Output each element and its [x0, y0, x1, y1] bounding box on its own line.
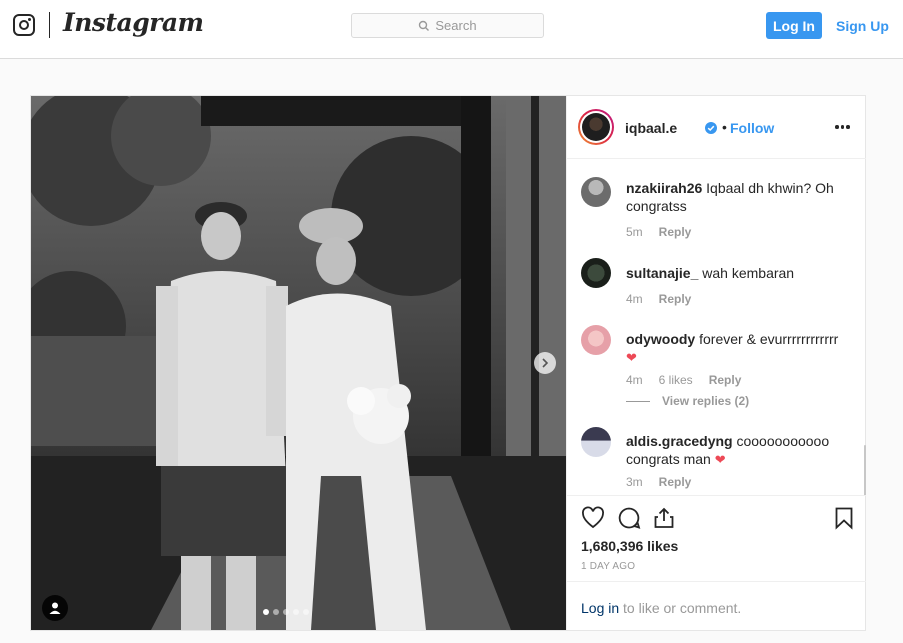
separator: • [722, 119, 727, 135]
wedding-photo-illustration [31, 96, 566, 630]
comment-text: odywoody forever & evurrrrrrrrrrrr ❤ [626, 330, 851, 367]
post-header: iqbaal.e • Follow [567, 96, 866, 159]
follow-button[interactable]: Follow [730, 120, 774, 136]
reply-button[interactable]: Reply [659, 292, 692, 306]
comment-icon[interactable] [617, 506, 641, 530]
comment-body: wah kembaran [702, 265, 795, 281]
bookmark-icon[interactable] [832, 506, 856, 530]
carousel-dot [303, 609, 309, 615]
post-photo[interactable] [31, 96, 566, 630]
comment-text: nzakiirah26 Iqbaal dh khwin? Oh congrats… [626, 179, 851, 215]
comment-meta: 5m Reply [626, 225, 691, 239]
author-avatar[interactable] [578, 109, 614, 145]
post-card: iqbaal.e • Follow nzakiirah26 Iqbaal dh … [30, 95, 866, 631]
comment-body: forever & evurrrrrrrrrrrr [699, 331, 839, 347]
post-sidebar: iqbaal.e • Follow nzakiirah26 Iqbaal dh … [566, 96, 866, 630]
heart-emoji-icon: ❤ [714, 452, 726, 467]
search-placeholder: Search [435, 18, 477, 33]
heart-icon[interactable] [581, 506, 605, 530]
comment-time: 4m [626, 292, 643, 306]
comment-avatar[interactable] [581, 177, 611, 207]
comment-likes[interactable]: 6 likes [659, 373, 693, 387]
login-link[interactable]: Log in [581, 600, 619, 616]
tagged-users-button[interactable] [42, 595, 68, 621]
signup-link[interactable]: Sign Up [836, 18, 889, 34]
top-nav: Instagram Search Log In Sign Up [0, 0, 903, 59]
carousel-dot [273, 609, 279, 615]
comment-time: 5m [626, 225, 643, 239]
nav-divider [49, 12, 50, 38]
carousel-next-button[interactable] [534, 352, 556, 374]
comments-scrollbar[interactable] [864, 445, 866, 495]
comment-meta: 3m Reply [626, 475, 691, 489]
carousel-indicator [263, 609, 309, 615]
comment-text: sultanajie_ wah kembaran [626, 264, 851, 282]
comment-avatar[interactable] [581, 427, 611, 457]
instagram-wordmark[interactable]: Instagram [63, 8, 204, 37]
verified-badge-icon [705, 122, 717, 134]
carousel-dot [283, 609, 289, 615]
view-replies-button[interactable]: View replies (2) [626, 394, 749, 408]
carousel-dot [263, 609, 269, 615]
comment-time: 4m [626, 373, 643, 387]
view-replies-label: View replies (2) [662, 394, 750, 408]
reply-button[interactable]: Reply [659, 225, 692, 239]
post-actions: 1,680,396 likes 1 DAY AGO [567, 495, 866, 581]
comments-list[interactable]: nzakiirah26 Iqbaal dh khwin? Oh congrats… [567, 160, 866, 495]
author-username[interactable]: iqbaal.e [625, 120, 677, 136]
heart-emoji-icon: ❤ [626, 350, 637, 365]
person-icon [49, 602, 61, 614]
comment-username[interactable]: nzakiirah26 [626, 180, 702, 196]
more-options-icon[interactable] [835, 120, 851, 134]
comment-text: aldis.gracedyng cooooooooooo congrats ma… [626, 432, 851, 469]
replies-line [626, 400, 650, 402]
comment-username[interactable]: sultanajie_ [626, 265, 698, 281]
comment-username[interactable]: odywoody [626, 331, 695, 347]
chevron-right-icon [542, 358, 549, 368]
login-prompt: Log in to like or comment. [567, 581, 866, 630]
comment-meta: 4m Reply [626, 292, 691, 306]
search-icon [419, 20, 430, 31]
carousel-dot [293, 609, 299, 615]
share-icon[interactable] [652, 506, 676, 530]
likes-count[interactable]: 1,680,396 likes [581, 538, 678, 554]
instagram-camera-icon[interactable] [13, 14, 35, 36]
comment-time: 3m [626, 475, 643, 489]
comment-avatar[interactable] [581, 258, 611, 288]
comment-meta: 4m 6 likes Reply [626, 373, 741, 387]
reply-button[interactable]: Reply [659, 475, 692, 489]
post-timestamp[interactable]: 1 DAY AGO [581, 561, 635, 572]
login-button[interactable]: Log In [766, 12, 822, 39]
login-prompt-text: to like or comment. [619, 600, 742, 616]
reply-button[interactable]: Reply [709, 373, 742, 387]
search-input[interactable]: Search [351, 13, 544, 38]
comment-avatar[interactable] [581, 325, 611, 355]
comment-username[interactable]: aldis.gracedyng [626, 433, 733, 449]
